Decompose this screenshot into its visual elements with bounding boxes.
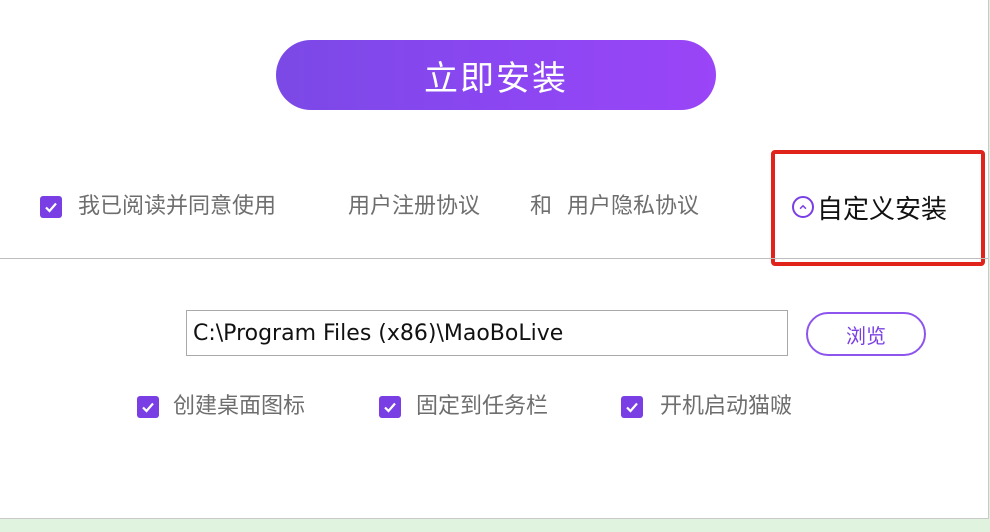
launch-on-startup-label: 开机启动猫啵	[660, 394, 793, 419]
agree-label: 我已阅读并同意使用	[78, 194, 277, 219]
browse-button[interactable]: 浏览	[806, 312, 926, 356]
checkmark-icon	[384, 402, 396, 413]
install-now-button[interactable]: 立即安装	[276, 40, 716, 110]
pin-taskbar-checkbox[interactable]	[379, 396, 401, 418]
checkmark-icon	[142, 402, 154, 413]
highlight-annotation-box	[771, 150, 985, 266]
and-text: 和	[530, 194, 553, 219]
pin-taskbar-label: 固定到任务栏	[416, 394, 549, 419]
checkmark-icon	[45, 202, 57, 213]
agree-checkbox[interactable]	[40, 196, 62, 218]
section-divider	[0, 258, 988, 259]
install-path-input[interactable]	[186, 310, 788, 356]
launch-on-startup-checkbox[interactable]	[621, 396, 643, 418]
user-agreement-link[interactable]: 用户注册协议	[348, 192, 480, 222]
privacy-policy-link[interactable]: 用户隐私协议	[567, 192, 699, 222]
create-desktop-icon-checkbox[interactable]	[137, 396, 159, 418]
checkmark-icon	[626, 402, 638, 413]
create-desktop-icon-label: 创建桌面图标	[173, 394, 306, 419]
installer-window: 立即安装 我已阅读并同意使用 用户注册协议 和 用户隐私协议 自定义安装 浏览 …	[0, 0, 989, 519]
